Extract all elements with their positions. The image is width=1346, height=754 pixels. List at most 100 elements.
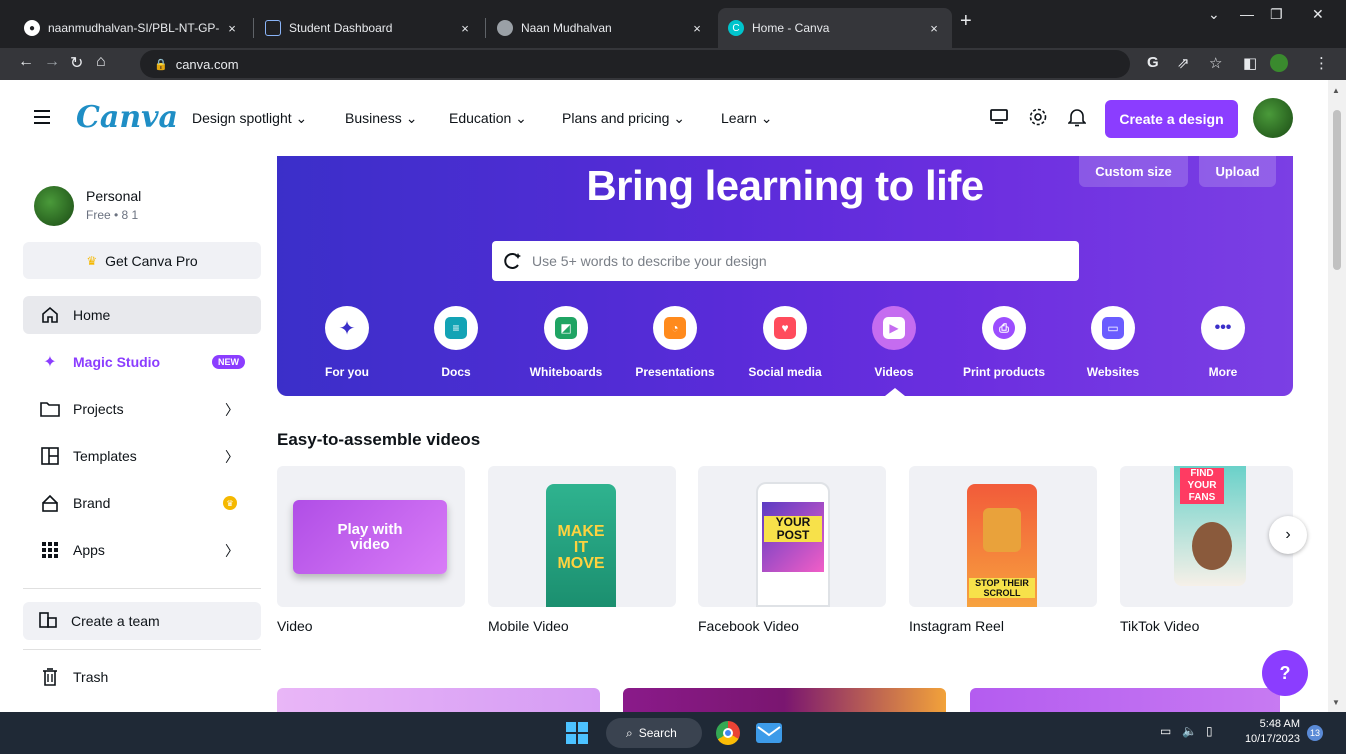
desktop-app-icon[interactable] bbox=[987, 105, 1011, 129]
sidebar-item-home[interactable]: Home bbox=[23, 296, 261, 334]
search-placeholder: Use 5+ words to describe your design bbox=[532, 253, 767, 269]
bottom-card[interactable] bbox=[277, 688, 600, 714]
scroll-up-icon[interactable]: ▲ bbox=[1332, 86, 1340, 95]
battery-icon[interactable]: ▯ bbox=[1206, 724, 1213, 738]
display-tray-icon[interactable]: ▭ bbox=[1160, 724, 1171, 738]
bottom-card[interactable] bbox=[970, 688, 1280, 714]
restore-icon[interactable]: ❐ bbox=[1270, 6, 1283, 23]
category-print-products[interactable]: ⎙ Print products bbox=[949, 306, 1059, 379]
design-search-input[interactable]: Use 5+ words to describe your design bbox=[492, 241, 1079, 281]
chevron-down-icon[interactable]: ⌄ bbox=[1208, 6, 1220, 23]
menu-icon[interactable] bbox=[34, 110, 50, 124]
category-presentations[interactable]: ◔ Presentations bbox=[620, 306, 730, 379]
clock-date: 10/17/2023 bbox=[1244, 733, 1300, 745]
create-team-button[interactable]: Create a team bbox=[23, 602, 261, 640]
new-badge: NEW bbox=[212, 355, 245, 369]
chrome-taskbar-icon[interactable] bbox=[716, 721, 740, 745]
card-label[interactable]: Instagram Reel bbox=[909, 618, 1004, 634]
page-scrollbar[interactable]: ▲ ▼ bbox=[1328, 80, 1346, 712]
share-icon[interactable]: ⇗ bbox=[1177, 54, 1190, 72]
minimize-icon[interactable]: — bbox=[1240, 6, 1254, 22]
custom-size-button[interactable]: Custom size bbox=[1079, 156, 1188, 187]
tab-student-dashboard[interactable]: Student Dashboard × bbox=[255, 8, 483, 48]
instagram-reel-template-card[interactable]: STOP THEIR SCROLL bbox=[909, 466, 1097, 607]
mobile-video-template-card[interactable]: MAKE IT MOVE bbox=[488, 466, 676, 607]
get-canva-pro-button[interactable]: ♛ Get Canva Pro bbox=[23, 242, 261, 279]
card-label[interactable]: Facebook Video bbox=[698, 618, 799, 634]
account-avatar[interactable] bbox=[34, 186, 74, 226]
card-label[interactable]: Mobile Video bbox=[488, 618, 569, 634]
upload-button[interactable]: Upload bbox=[1199, 156, 1276, 187]
taskbar-search[interactable]: ⌕ Search bbox=[606, 718, 702, 748]
profile-icon[interactable] bbox=[1270, 54, 1288, 76]
side-panel-icon[interactable]: ◧ bbox=[1243, 54, 1257, 72]
card-label[interactable]: TikTok Video bbox=[1120, 618, 1199, 634]
new-tab-button[interactable]: + bbox=[960, 10, 972, 33]
chevron-right-icon[interactable]: 〉 bbox=[225, 447, 239, 467]
home-browser-icon[interactable]: ⌂ bbox=[96, 53, 106, 71]
close-tab-icon[interactable]: × bbox=[689, 21, 705, 36]
category-whiteboards[interactable]: ◩ Whiteboards bbox=[511, 306, 621, 379]
tab-home-canva[interactable]: C Home - Canva × bbox=[718, 8, 952, 48]
category-websites[interactable]: ▭ Websites bbox=[1058, 306, 1168, 379]
hero-banner: Bring learning to life Custom size Uploa… bbox=[277, 156, 1293, 396]
google-icon[interactable]: G bbox=[1147, 54, 1159, 71]
system-clock[interactable]: 5:48 AM 10/17/2023 bbox=[1238, 717, 1300, 747]
create-design-button[interactable]: Create a design bbox=[1105, 100, 1238, 138]
window-close-icon[interactable]: ✕ bbox=[1312, 6, 1324, 23]
nav-design-spotlight[interactable]: Design spotlight ⌄ bbox=[192, 110, 307, 127]
sidebar-item-templates[interactable]: Templates 〉 bbox=[23, 437, 261, 475]
windows-taskbar: ⌕ Search ▭ 🔈 ▯ 5:48 AM 10/17/2023 13 bbox=[0, 712, 1346, 754]
notification-bell-icon[interactable] bbox=[1065, 105, 1089, 129]
close-tab-icon[interactable]: × bbox=[926, 21, 942, 36]
browser-menu-icon[interactable]: ⋮ bbox=[1314, 54, 1329, 72]
scrollbar-thumb[interactable] bbox=[1333, 110, 1341, 270]
close-tab-icon[interactable]: × bbox=[224, 21, 240, 36]
canva-logo[interactable]: Canva bbox=[76, 100, 178, 135]
windows-start-icon[interactable] bbox=[566, 722, 588, 744]
back-icon[interactable]: ← bbox=[18, 53, 34, 71]
nav-business[interactable]: Business ⌄ bbox=[345, 110, 417, 127]
category-more[interactable]: ••• More bbox=[1168, 306, 1278, 379]
nav-education[interactable]: Education ⌄ bbox=[449, 110, 527, 127]
tab-title: Student Dashboard bbox=[289, 21, 393, 35]
card-label[interactable]: Video bbox=[277, 618, 313, 634]
sidebar-item-apps[interactable]: Apps 〉 bbox=[23, 531, 261, 569]
sidebar-item-trash[interactable]: Trash bbox=[23, 658, 261, 696]
notification-count-badge[interactable]: 13 bbox=[1307, 725, 1323, 741]
scroll-down-icon[interactable]: ▼ bbox=[1332, 698, 1340, 707]
chevron-right-icon[interactable]: 〉 bbox=[225, 400, 239, 420]
sidebar-item-projects[interactable]: Projects 〉 bbox=[23, 390, 261, 428]
account-name[interactable]: Personal bbox=[86, 188, 141, 204]
tab-naan-mudhalvan[interactable]: Naan Mudhalvan × bbox=[487, 8, 715, 48]
search-icon: ⌕ bbox=[626, 725, 633, 740]
settings-gear-icon[interactable] bbox=[1026, 105, 1050, 129]
volume-icon[interactable]: 🔈 bbox=[1182, 724, 1197, 738]
reload-icon[interactable]: ↻ bbox=[70, 53, 83, 73]
facebook-video-template-card[interactable]: YOUR POST bbox=[698, 466, 886, 607]
bottom-card[interactable] bbox=[623, 688, 946, 714]
category-for-you[interactable]: ✦ For you bbox=[292, 306, 402, 379]
tiktok-video-template-card[interactable]: FIND YOUR FANS bbox=[1120, 466, 1293, 607]
bookmark-star-icon[interactable]: ☆ bbox=[1209, 54, 1222, 72]
mobile-thumbnail: MAKE IT MOVE bbox=[546, 484, 616, 607]
category-videos[interactable]: ▶ Videos bbox=[839, 306, 949, 379]
nav-plans-pricing[interactable]: Plans and pricing ⌄ bbox=[562, 110, 685, 127]
mail-taskbar-icon[interactable] bbox=[756, 723, 782, 743]
address-bar[interactable]: 🔒 canva.com bbox=[140, 50, 1130, 78]
nav-learn[interactable]: Learn ⌄ bbox=[721, 110, 772, 127]
category-social-media[interactable]: ♥ Social media bbox=[730, 306, 840, 379]
sidebar-item-brand[interactable]: Brand ♛ bbox=[23, 484, 261, 522]
globe-icon bbox=[497, 20, 513, 36]
chevron-right-icon[interactable]: 〉 bbox=[225, 541, 239, 561]
carousel-next-button[interactable]: › bbox=[1269, 516, 1307, 554]
help-button[interactable]: ? bbox=[1262, 650, 1308, 696]
close-tab-icon[interactable]: × bbox=[457, 21, 473, 36]
category-docs[interactable]: ≡ Docs bbox=[401, 306, 511, 379]
user-avatar[interactable] bbox=[1253, 98, 1293, 138]
phone-thumbnail: YOUR POST bbox=[756, 482, 830, 607]
sidebar-item-magic-studio[interactable]: ✦ Magic Studio NEW bbox=[23, 343, 261, 381]
tab-github[interactable]: ● naanmudhalvan-SI/PBL-NT-GP- × bbox=[14, 8, 250, 48]
video-template-card[interactable]: Play with video bbox=[277, 466, 465, 607]
forward-icon[interactable]: → bbox=[44, 53, 60, 71]
